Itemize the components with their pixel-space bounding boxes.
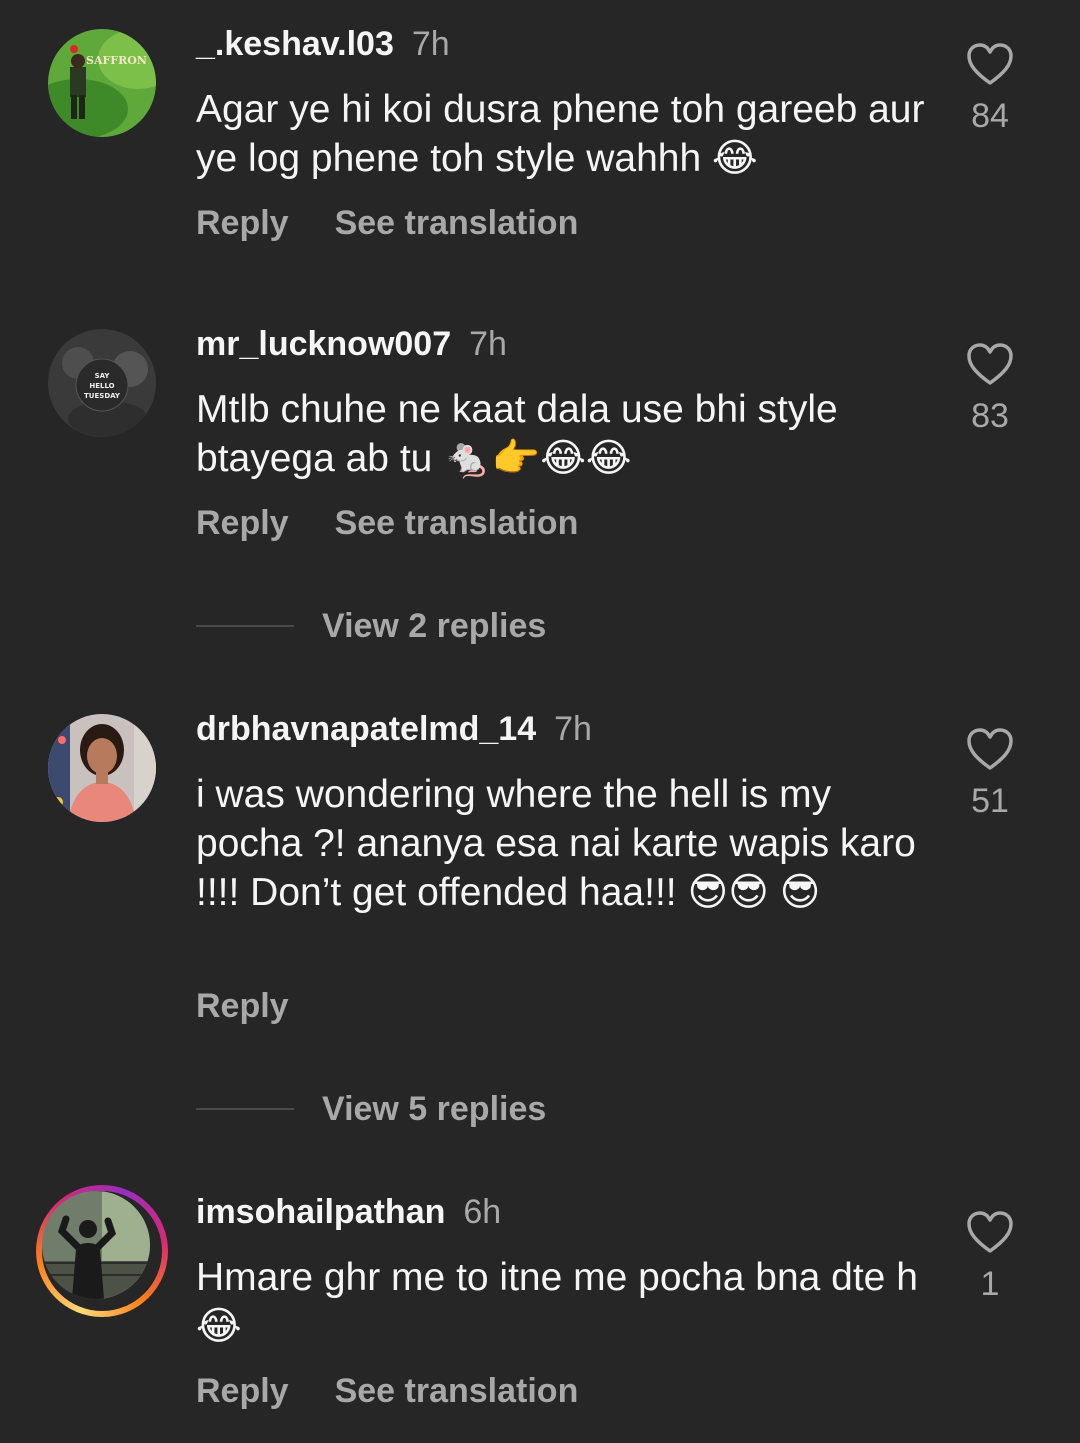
timestamp: 6h bbox=[463, 1193, 502, 1231]
story-ring[interactable] bbox=[36, 1185, 168, 1317]
see-translation-button[interactable]: See translation bbox=[335, 504, 579, 542]
comment-text: Agar ye hi koi dusra phene toh gareeb au… bbox=[196, 88, 925, 180]
like-count: 51 bbox=[971, 782, 1009, 820]
comment-header: mr_lucknow007 7h bbox=[196, 324, 507, 364]
like-control: 1 bbox=[950, 1210, 1030, 1304]
username[interactable]: drbhavnapatelmd_14 bbox=[196, 710, 536, 748]
username[interactable]: _.keshav.l03 bbox=[196, 25, 394, 63]
username[interactable]: mr_lucknow007 bbox=[196, 325, 451, 363]
like-count: 84 bbox=[971, 97, 1009, 135]
svg-text:TUESDAY: TUESDAY bbox=[84, 392, 121, 400]
view-replies-button[interactable]: View 2 replies bbox=[196, 606, 546, 646]
avatar[interactable] bbox=[42, 1191, 150, 1299]
svg-text:SAFFRON: SAFFRON bbox=[86, 54, 147, 67]
comment-header: imsohailpathan 6h bbox=[196, 1192, 501, 1232]
timestamp: 7h bbox=[554, 710, 592, 748]
reply-button[interactable]: Reply bbox=[196, 204, 289, 242]
reply-button[interactable]: Reply bbox=[196, 504, 289, 542]
reply-button[interactable]: Reply bbox=[196, 1372, 289, 1410]
divider bbox=[196, 625, 294, 627]
svg-text:HELLO: HELLO bbox=[89, 382, 114, 390]
avatar[interactable] bbox=[48, 714, 156, 822]
comment-actions: Reply See translation bbox=[196, 503, 578, 543]
heart-outline-icon[interactable] bbox=[966, 42, 1014, 86]
view-replies-label: View 2 replies bbox=[322, 607, 547, 645]
avatar[interactable]: SAY HELLO TUESDAY bbox=[48, 329, 156, 437]
heart-outline-icon[interactable] bbox=[966, 342, 1014, 386]
timestamp: 7h bbox=[469, 325, 507, 363]
comment-header: _.keshav.l03 7h bbox=[196, 24, 450, 64]
like-control: 83 bbox=[950, 342, 1030, 436]
svg-text:SAY: SAY bbox=[95, 372, 111, 380]
like-count: 83 bbox=[971, 397, 1009, 435]
heart-outline-icon[interactable] bbox=[966, 727, 1014, 771]
comment-actions: Reply See translation bbox=[196, 1371, 578, 1411]
see-translation-button[interactable]: See translation bbox=[335, 1372, 579, 1410]
reply-button[interactable]: Reply bbox=[196, 987, 289, 1025]
heart-outline-icon[interactable] bbox=[966, 1210, 1014, 1254]
avatar[interactable]: SAFFRON bbox=[48, 29, 156, 137]
divider bbox=[196, 1108, 294, 1110]
like-control: 84 bbox=[950, 42, 1030, 136]
username[interactable]: imsohailpathan bbox=[196, 1193, 445, 1231]
comment-text: i was wondering where the hell is my poc… bbox=[196, 773, 916, 914]
view-replies-button[interactable]: View 5 replies bbox=[196, 1089, 546, 1129]
see-translation-button[interactable]: See translation bbox=[335, 204, 579, 242]
comment-text: Hmare ghr me to itne me pocha bna dte h😂 bbox=[196, 1256, 918, 1348]
comment-header: drbhavnapatelmd_14 7h bbox=[196, 709, 592, 749]
comment-actions: Reply See translation bbox=[196, 203, 578, 243]
view-replies-label: View 5 replies bbox=[322, 1090, 547, 1128]
comment-text: Mtlb chuhe ne kaat dala use bhi style bt… bbox=[196, 388, 838, 480]
comment-actions: Reply bbox=[196, 986, 289, 1026]
timestamp: 7h bbox=[411, 25, 450, 63]
like-count: 1 bbox=[980, 1265, 1000, 1303]
like-control: 51 bbox=[950, 727, 1030, 821]
